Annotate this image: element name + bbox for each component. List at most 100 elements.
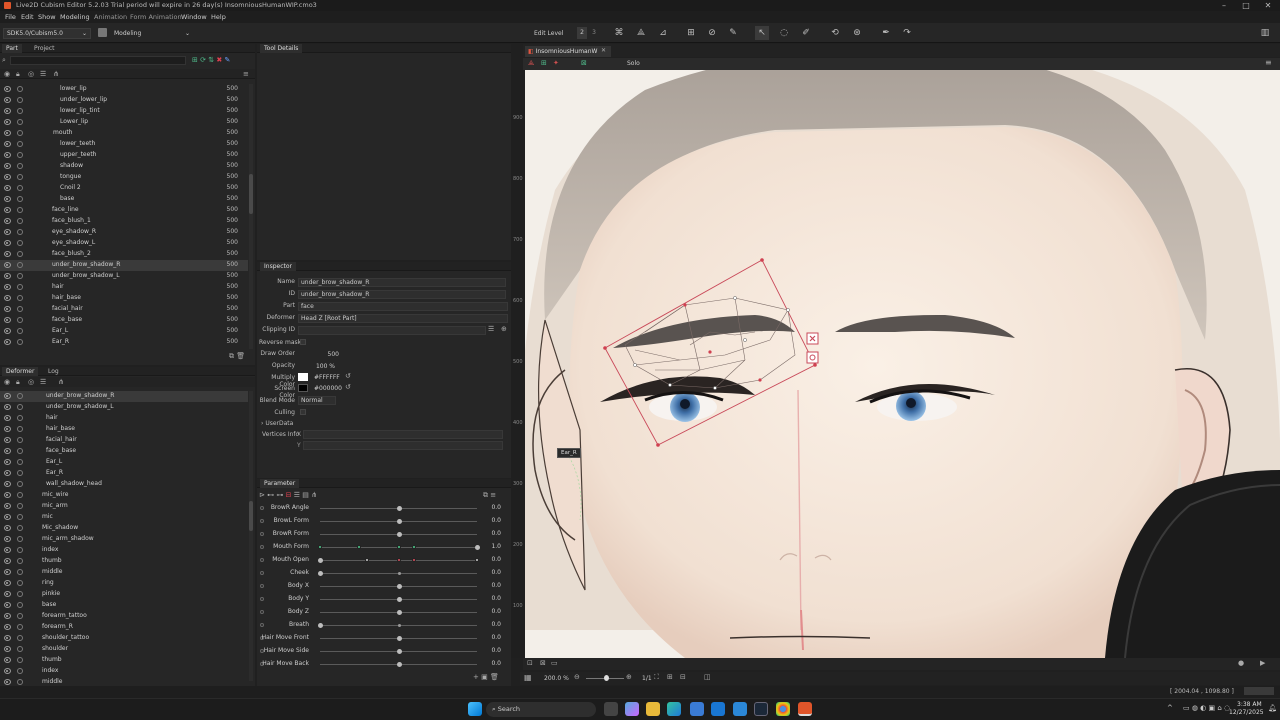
eye-icon[interactable] — [4, 152, 11, 158]
eye-icon[interactable] — [4, 459, 11, 465]
menu-edit[interactable]: Edit — [21, 13, 34, 21]
ear-r-tag[interactable]: Ear_R — [557, 448, 581, 458]
part-row[interactable]: under_brow_shadow_L 500 — [0, 271, 248, 282]
keyform-dot[interactable] — [318, 545, 322, 549]
vertex-y-field[interactable] — [303, 441, 503, 450]
eye-icon[interactable] — [4, 273, 11, 279]
deformer-scrollbar[interactable] — [249, 391, 253, 681]
part-row[interactable]: hair_base 500 — [0, 293, 248, 304]
eye-icon[interactable] — [4, 503, 11, 509]
part-row[interactable]: lower_lip 500 — [0, 84, 248, 95]
deformer-row[interactable]: under_brow_shadow_L — [0, 402, 248, 413]
eye-icon[interactable] — [4, 624, 11, 630]
part-row[interactable]: face_line 500 — [0, 205, 248, 216]
eye-icon[interactable] — [4, 415, 11, 421]
lock-icon[interactable] — [17, 273, 23, 279]
eye-icon[interactable] — [4, 207, 11, 213]
lock-icon[interactable] — [17, 393, 23, 399]
lock-icon[interactable] — [17, 525, 23, 531]
eye-icon[interactable] — [4, 97, 11, 103]
eye-icon[interactable] — [4, 393, 11, 399]
list-icon[interactable]: ☰ — [294, 491, 300, 499]
grid-tool-icon[interactable]: ⊞ — [684, 26, 698, 40]
lock-icon[interactable] — [17, 306, 23, 312]
part-row[interactable]: Ear_L 500 — [0, 326, 248, 337]
deformer-row[interactable]: mic_wire — [0, 490, 248, 501]
lock-icon[interactable] — [17, 415, 23, 421]
parameter-row[interactable]: Cheek 0.0 — [256, 567, 506, 580]
clipping-target-icon[interactable]: ⊕ — [501, 325, 507, 333]
deformer-row[interactable]: ring — [0, 578, 248, 589]
menu-icon[interactable]: ≡ — [490, 491, 496, 499]
screen-color-swatch[interactable] — [298, 384, 308, 392]
view-bottom-icon-2[interactable]: ⊠ — [540, 659, 546, 667]
collapse-icon[interactable]: ☰ — [40, 70, 46, 78]
keyform-dot[interactable] — [397, 624, 401, 627]
parameter-row[interactable]: Body Y 0.0 — [256, 593, 506, 606]
rotation-tool-icon[interactable]: ⊛ — [850, 26, 864, 40]
deformer-row[interactable]: mic — [0, 512, 248, 523]
parameter-slider-knob[interactable] — [396, 662, 402, 667]
tree-icon[interactable]: ⋔ — [311, 491, 317, 499]
layout-icon[interactable]: ▥ — [1258, 26, 1272, 40]
collapse-icon[interactable]: ☰ — [40, 378, 46, 386]
eye-icon[interactable] — [4, 569, 11, 575]
eye-icon[interactable] — [4, 163, 11, 169]
zoom-in-icon[interactable]: ⊕ — [626, 673, 632, 681]
file-explorer-icon[interactable] — [646, 702, 660, 716]
folder-add-icon[interactable]: ▣ — [481, 673, 488, 681]
clock-date[interactable]: 12/27/2025 — [1229, 709, 1264, 716]
lock-icon[interactable] — [17, 404, 23, 410]
link-keys-icon[interactable]: ⊶ — [276, 491, 283, 499]
lock-icon[interactable] — [17, 251, 23, 257]
delete-icon[interactable]: ✖ — [216, 56, 222, 64]
eye-icon[interactable] — [4, 229, 11, 235]
eye-icon[interactable] — [4, 657, 11, 663]
steam-icon[interactable] — [754, 702, 768, 716]
lock-icon[interactable] — [17, 328, 23, 334]
edit-level-3-button[interactable]: 3 — [589, 27, 599, 39]
task-view-icon[interactable] — [604, 702, 618, 716]
mesh-edit-tool-icon[interactable]: ⟁ — [634, 26, 648, 40]
parameter-row[interactable]: Body Z 0.0 — [256, 606, 506, 619]
lock-icon[interactable] — [17, 547, 23, 553]
link-icon[interactable]: ⟳ — [200, 56, 206, 64]
tab-part[interactable]: Part — [2, 44, 22, 53]
eye-icon[interactable] — [4, 470, 11, 476]
eye-icon[interactable] — [4, 185, 11, 191]
deform-path-tool-icon[interactable]: ⌘ — [612, 26, 626, 40]
lock-icon[interactable] — [17, 679, 23, 685]
windows-icon[interactable] — [690, 702, 704, 716]
eye-icon[interactable] — [4, 141, 11, 147]
deformer-row[interactable]: mic_arm_shadow — [0, 534, 248, 545]
deformer-row[interactable]: shoulder — [0, 644, 248, 655]
lock-icon[interactable] — [17, 668, 23, 674]
parameter-row[interactable]: Breath 0.0 — [256, 619, 506, 632]
checker-icon[interactable]: ▦ — [524, 673, 532, 682]
opacity-field[interactable]: 100 % — [298, 362, 338, 371]
keyform-dot[interactable] — [397, 572, 401, 575]
keyform-dot[interactable] — [475, 558, 479, 562]
deformer-row[interactable]: mic_arm — [0, 501, 248, 512]
deformer-row[interactable]: forearm_tattoo — [0, 611, 248, 622]
lock-icon[interactable] — [17, 262, 23, 268]
maximize-button[interactable]: □ — [1234, 0, 1258, 11]
lock-icon[interactable] — [17, 130, 23, 136]
menu-form-animation[interactable]: Form Animation — [130, 13, 182, 21]
parameter-slider-knob[interactable] — [475, 545, 480, 550]
parameter-slider-knob[interactable] — [396, 636, 402, 641]
part-row[interactable]: shadow 500 — [0, 161, 248, 172]
deformer-row[interactable]: wall_shadow_head — [0, 479, 248, 490]
part-row[interactable]: under_lower_lip 500 — [0, 95, 248, 106]
copilot-icon[interactable] — [625, 702, 639, 716]
multiply-color-field[interactable]: #FFFFFF — [311, 373, 343, 382]
tree-icon[interactable]: ⋔ — [53, 70, 59, 78]
userdata-expander[interactable]: › UserData — [261, 420, 293, 427]
lock-icon[interactable] — [17, 218, 23, 224]
tab-parameter[interactable]: Parameter — [260, 479, 300, 488]
parameter-slider-knob[interactable] — [396, 519, 402, 524]
ratio-button[interactable]: 1/1 — [642, 675, 652, 682]
lock-icon[interactable] — [17, 580, 23, 586]
deformer-row[interactable]: Mic_shadow — [0, 523, 248, 534]
keyform-dot[interactable] — [396, 558, 401, 562]
